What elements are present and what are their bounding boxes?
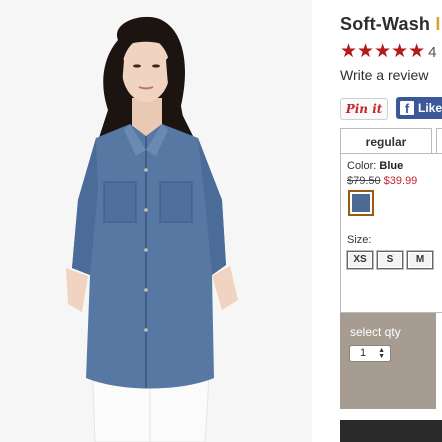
quantity-select[interactable]: 1 ▲ ▼ <box>349 345 391 362</box>
size-button-s[interactable]: S <box>376 250 404 270</box>
rating-count: 4 <box>428 44 437 61</box>
write-review-link[interactable]: Write a review <box>340 67 428 83</box>
product-details-panel: Soft-Wash I ★★★★★ 4 Write a review Pin it… <box>312 0 442 442</box>
size-button-m[interactable]: M <box>406 250 434 270</box>
product-title: Soft-Wash I <box>340 14 441 34</box>
quantity-panel: select qty 1 ▲ ▼ <box>340 313 436 409</box>
stepper-arrows-icon: ▲ ▼ <box>378 347 385 360</box>
size-options: XS S M <box>346 249 437 270</box>
color-value: Blue <box>379 160 404 172</box>
color-label: Color: <box>347 160 377 172</box>
tab-next[interactable] <box>436 128 442 154</box>
quantity-value: 1 <box>360 347 367 359</box>
facebook-like-button[interactable]: f Like <box>396 97 442 119</box>
color-swatch-blue[interactable] <box>348 190 374 216</box>
facebook-icon: f <box>400 101 414 116</box>
rating-stars[interactable]: ★★★★★ 4 <box>340 40 437 63</box>
sale-price: $39.99 <box>383 175 418 187</box>
pinterest-pin-button[interactable]: Pin it <box>340 98 388 120</box>
variant-selector: Color: Blue $79.50 $39.99 Size: XS S M <box>340 153 442 313</box>
original-price: $79.50 <box>347 175 381 187</box>
star-icons: ★★★★★ <box>340 41 426 62</box>
size-button-xs[interactable]: XS <box>346 250 374 270</box>
swatch-fill <box>352 194 370 212</box>
price-line: $79.50 $39.99 <box>347 175 417 187</box>
facebook-like-label: Like <box>418 101 442 115</box>
tab-regular[interactable]: regular <box>340 128 432 154</box>
color-line: Color: Blue <box>347 160 403 172</box>
add-to-bag-button[interactable] <box>340 420 442 442</box>
quantity-label: select qty <box>350 325 401 339</box>
size-label: Size: <box>347 234 372 246</box>
product-photo[interactable] <box>0 0 312 442</box>
model-image <box>0 0 312 442</box>
